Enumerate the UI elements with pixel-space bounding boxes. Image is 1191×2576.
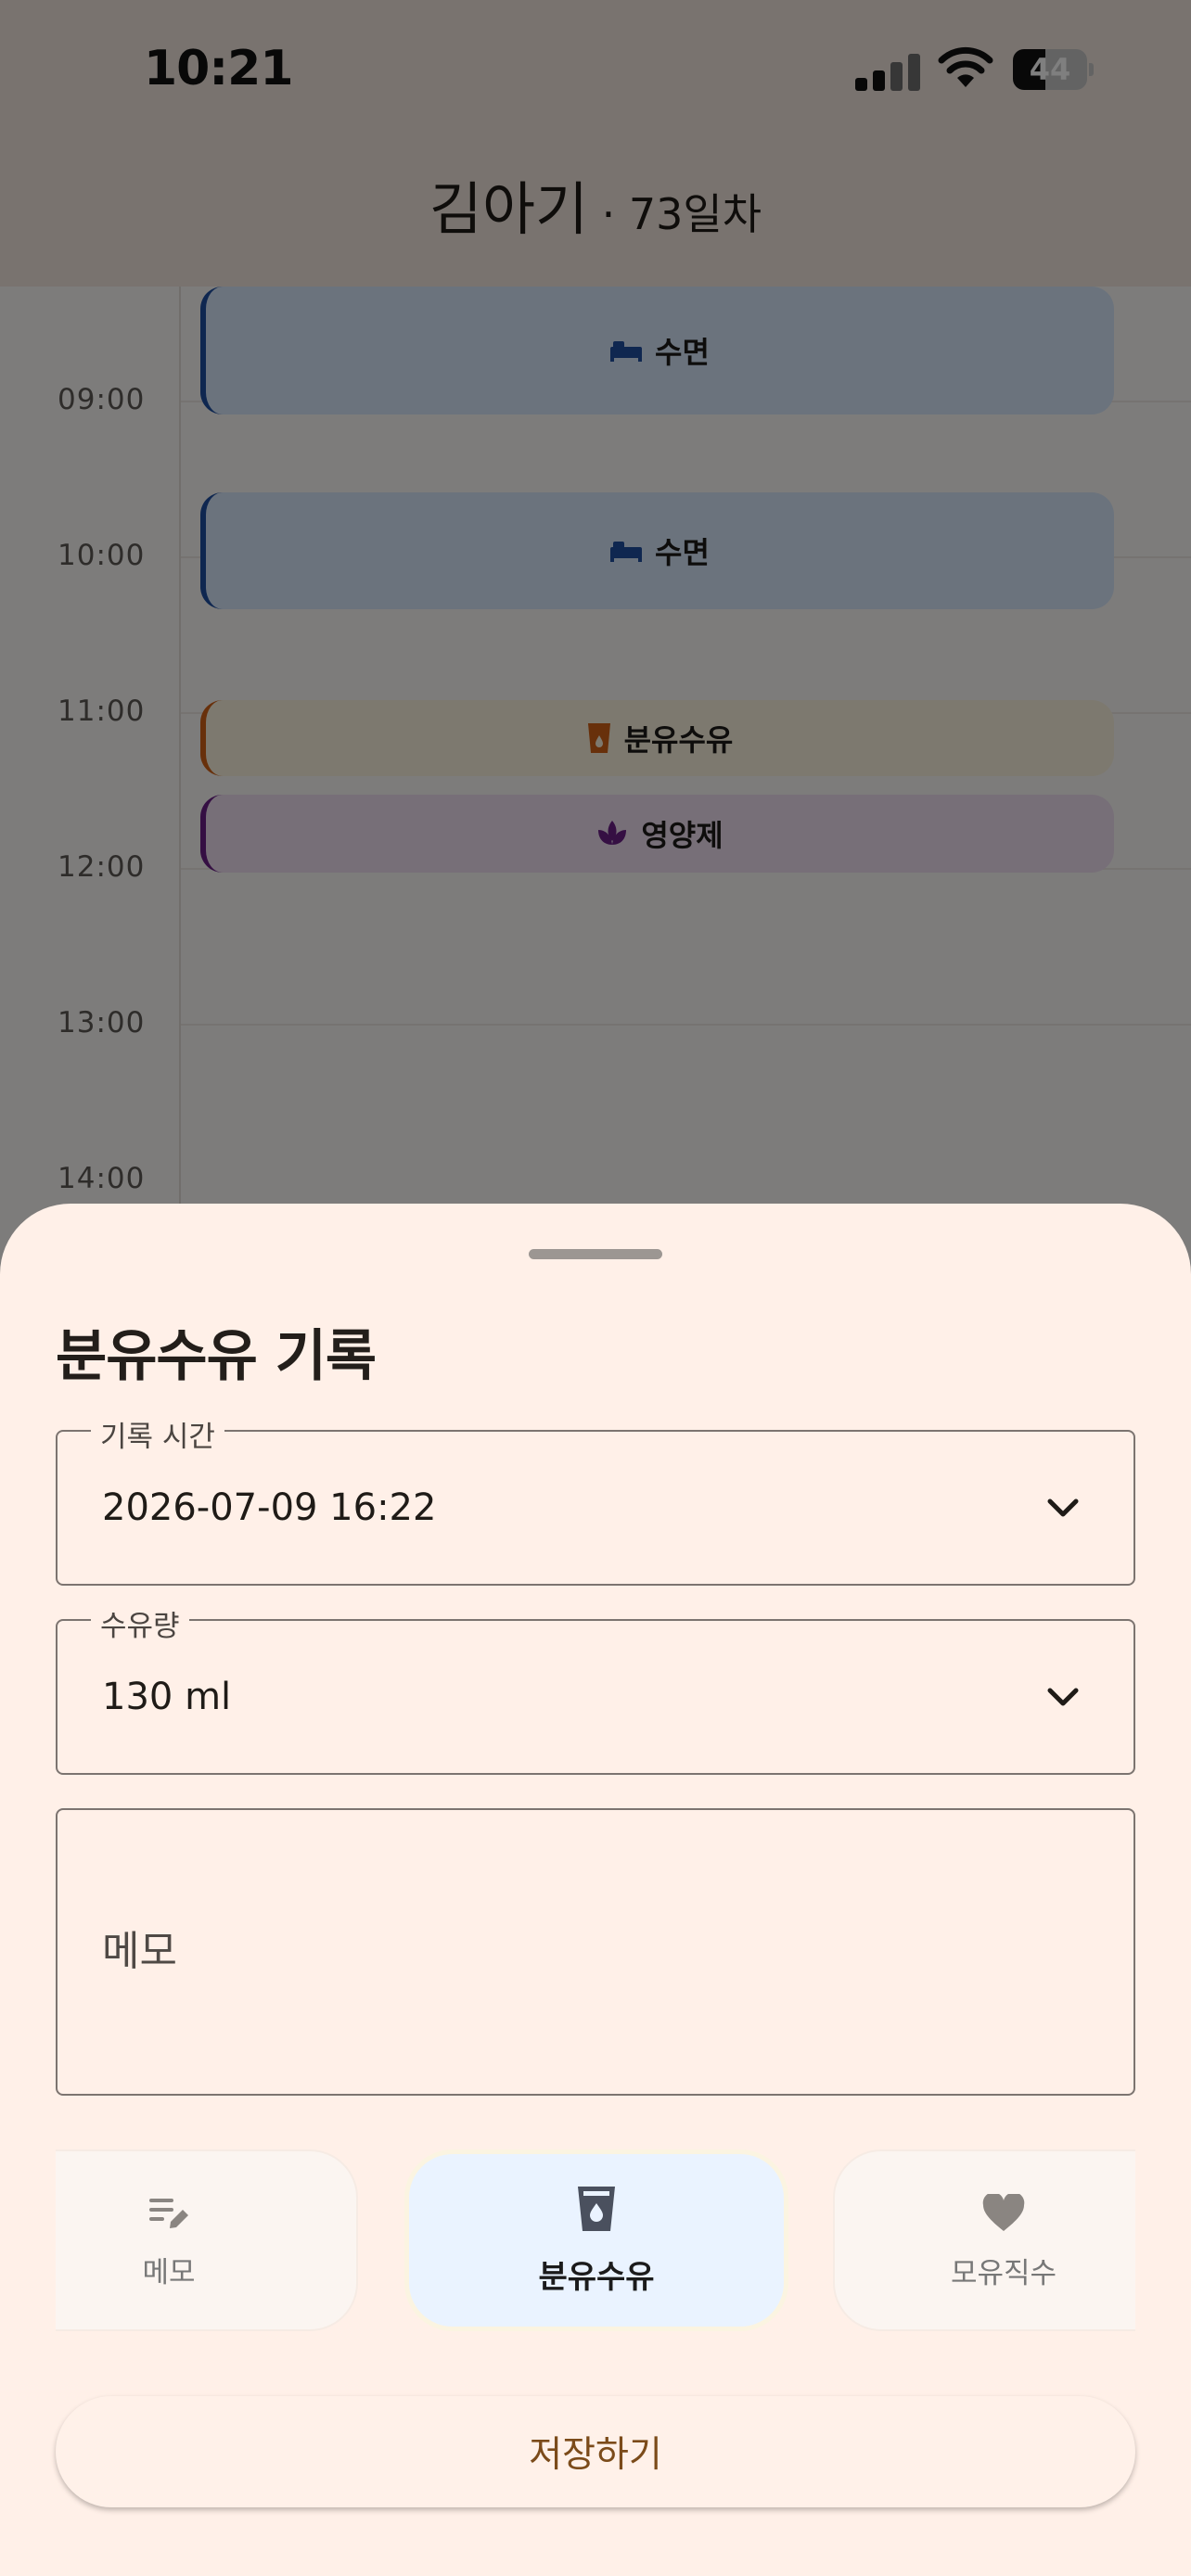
heart-icon <box>982 2193 1025 2231</box>
feeding-amount-field[interactable]: 수유량 130 ml <box>56 1602 1135 1775</box>
chip-label: 분유수유 <box>538 2258 655 2296</box>
chip-label: 모유직수 <box>950 2256 1057 2290</box>
type-chip-memo[interactable]: 메모 <box>56 2149 358 2331</box>
type-chip-formula[interactable]: 분유수유 <box>404 2149 788 2331</box>
field-value: 2026-07-09 16:22 <box>102 1486 437 1529</box>
memo-placeholder: 메모 <box>102 1928 177 1975</box>
drag-handle[interactable] <box>529 1249 662 1259</box>
edit-note-icon <box>149 2198 188 2228</box>
bottom-sheet: 분유수유 기록 기록 시간 2026-07-09 16:22 수유량 130 m… <box>0 1204 1191 2576</box>
type-chip-breastfeeding[interactable]: 모유직수 <box>833 2149 1135 2331</box>
field-value: 130 ml <box>102 1676 232 1718</box>
chevron-down-icon[interactable] <box>1044 1489 1082 1526</box>
chip-label: 메모 <box>142 2255 196 2289</box>
record-type-carousel[interactable]: 메모 분유수유 모유직수 <box>56 2149 1135 2335</box>
memo-input[interactable]: 메모 <box>56 1808 1135 2096</box>
record-time-field[interactable]: 기록 시간 2026-07-09 16:22 <box>56 1413 1135 1586</box>
sheet-title: 분유수유 기록 <box>56 1324 377 1389</box>
cup-icon <box>578 2186 615 2231</box>
save-button[interactable]: 저장하기 <box>56 2396 1135 2507</box>
chevron-down-icon[interactable] <box>1044 1678 1082 1715</box>
